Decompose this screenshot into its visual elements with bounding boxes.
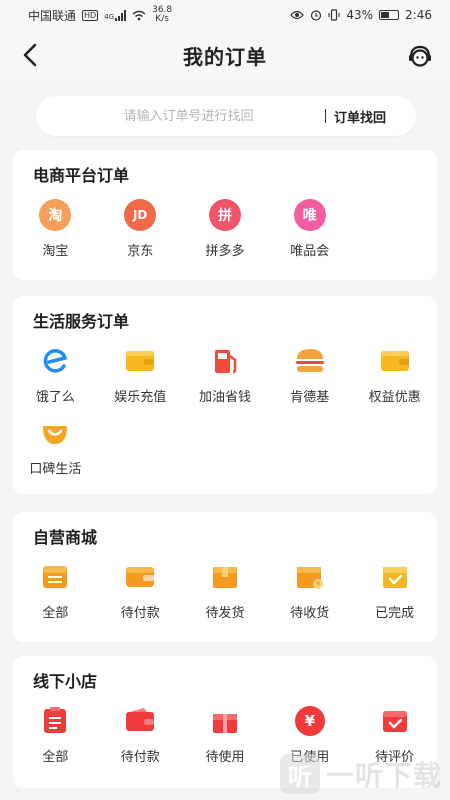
platform-taobao[interactable]: 淘 淘宝 bbox=[13, 198, 98, 270]
item-label: 全部 bbox=[42, 750, 69, 765]
mall-completed[interactable]: 已完成 bbox=[352, 560, 437, 632]
alarm-icon bbox=[311, 10, 322, 21]
item-label: 拼多多 bbox=[205, 244, 245, 259]
item-label: 待发货 bbox=[205, 606, 245, 621]
platform-vip[interactable]: 唯 唯品会 bbox=[267, 198, 352, 270]
battery-percent: 43% bbox=[346, 8, 374, 22]
package-icon bbox=[212, 567, 237, 588]
life-service-orders-card: 生活服务订单 饿了么 娱乐充值 加油省钱 肯德基 权益优惠 口碑生活 bbox=[13, 296, 437, 494]
service-benefits[interactable]: 权益优惠 bbox=[352, 344, 437, 416]
clock-time: 2:46 bbox=[405, 8, 432, 22]
item-label: 肯德基 bbox=[290, 390, 330, 405]
item-label: 待使用 bbox=[205, 750, 245, 765]
chevron-left-icon[interactable] bbox=[18, 42, 44, 68]
item-label: 加油省钱 bbox=[198, 390, 251, 405]
page-title: 我的订单 bbox=[183, 44, 267, 69]
jd-icon: JD bbox=[124, 199, 157, 231]
list-box-icon bbox=[44, 707, 67, 733]
eleme-icon bbox=[44, 349, 68, 373]
section-title: 自营商城 bbox=[33, 528, 98, 547]
yen-coin-icon: ¥ bbox=[294, 706, 325, 736]
item-label: 全部 bbox=[42, 606, 69, 621]
taobao-icon: 淘 bbox=[39, 199, 72, 231]
wallet-icon bbox=[126, 708, 155, 731]
item-label: 京东 bbox=[127, 244, 154, 259]
nav-bar: 我的订单 bbox=[0, 30, 450, 80]
smile-icon bbox=[43, 426, 68, 444]
item-label: 待付款 bbox=[120, 750, 160, 765]
shop-pending-payment[interactable]: 待付款 bbox=[98, 704, 183, 776]
eye-icon bbox=[290, 10, 305, 20]
section-title: 线下小店 bbox=[33, 672, 98, 691]
customer-service-icon[interactable] bbox=[406, 42, 434, 70]
list-box-icon bbox=[43, 566, 68, 588]
service-eleme[interactable]: 饿了么 bbox=[13, 344, 98, 416]
ecommerce-orders-card: 电商平台订单 淘 淘宝 JD 京东 拼 拼多多 唯 唯品会 bbox=[13, 150, 437, 280]
carrier-name: 中国联通 bbox=[28, 8, 77, 23]
service-fuel[interactable]: 加油省钱 bbox=[183, 344, 268, 416]
fuel-pump-icon bbox=[214, 350, 237, 374]
order-search-bar: 订单找回 bbox=[36, 96, 416, 136]
status-bar: 中国联通 HD 4G 36.8 K/s 43% 2:46 bbox=[0, 0, 450, 30]
item-label: 待付款 bbox=[120, 606, 160, 621]
hd-badge: HD bbox=[82, 9, 99, 21]
mall-pending-receipt[interactable]: 待收货 bbox=[267, 560, 352, 632]
vibrate-icon bbox=[328, 9, 340, 21]
mall-pending-payment[interactable]: 待付款 bbox=[98, 560, 183, 632]
delivery-box-icon bbox=[296, 567, 323, 589]
self-mall-card: 自营商城 全部 待付款 待发货 待收货 已完成 bbox=[13, 512, 437, 642]
signal-icon: 4G bbox=[104, 9, 127, 21]
item-label: 娱乐充值 bbox=[114, 390, 167, 405]
item-label: 口碑生活 bbox=[29, 462, 82, 477]
burger-icon bbox=[295, 349, 324, 372]
item-label: 淘宝 bbox=[42, 244, 69, 259]
item-label: 唯品会 bbox=[290, 244, 330, 259]
item-label: 权益优惠 bbox=[368, 390, 421, 405]
wallet-icon bbox=[126, 351, 155, 371]
item-label: 饿了么 bbox=[35, 390, 75, 405]
review-check-icon bbox=[382, 711, 407, 732]
mall-all[interactable]: 全部 bbox=[13, 560, 98, 632]
service-kfc[interactable]: 肯德基 bbox=[267, 344, 352, 416]
wifi-icon bbox=[132, 10, 146, 20]
section-title: 生活服务订单 bbox=[33, 312, 130, 331]
order-number-input[interactable] bbox=[36, 96, 325, 136]
card-wallet-icon bbox=[380, 351, 409, 371]
item-label: 已完成 bbox=[375, 606, 415, 621]
completed-box-icon bbox=[382, 567, 407, 588]
vip-icon: 唯 bbox=[293, 199, 326, 231]
watermark-text: 一听下载 bbox=[325, 759, 442, 792]
order-retrieve-button[interactable]: 订单找回 bbox=[326, 107, 416, 126]
platform-jd[interactable]: JD 京东 bbox=[98, 198, 183, 270]
platform-pinduoduo[interactable]: 拼 拼多多 bbox=[183, 198, 268, 270]
shop-to-use[interactable]: 待使用 bbox=[183, 704, 268, 776]
watermark-logo: 听 bbox=[279, 754, 320, 794]
service-entertainment-topup[interactable]: 娱乐充值 bbox=[98, 344, 183, 416]
item-label: 待收货 bbox=[290, 606, 330, 621]
section-title: 电商平台订单 bbox=[33, 166, 130, 185]
network-speed: 36.8 K/s bbox=[152, 5, 173, 24]
battery-icon bbox=[379, 10, 400, 20]
mall-pending-shipment[interactable]: 待发货 bbox=[183, 560, 268, 632]
service-koubei[interactable]: 口碑生活 bbox=[13, 416, 98, 488]
site-watermark: 听 一听下载 bbox=[279, 754, 442, 794]
wallet-icon bbox=[126, 567, 155, 587]
gift-box-icon bbox=[212, 714, 237, 733]
pinduoduo-icon: 拼 bbox=[208, 199, 241, 231]
shop-all[interactable]: 全部 bbox=[13, 704, 98, 776]
